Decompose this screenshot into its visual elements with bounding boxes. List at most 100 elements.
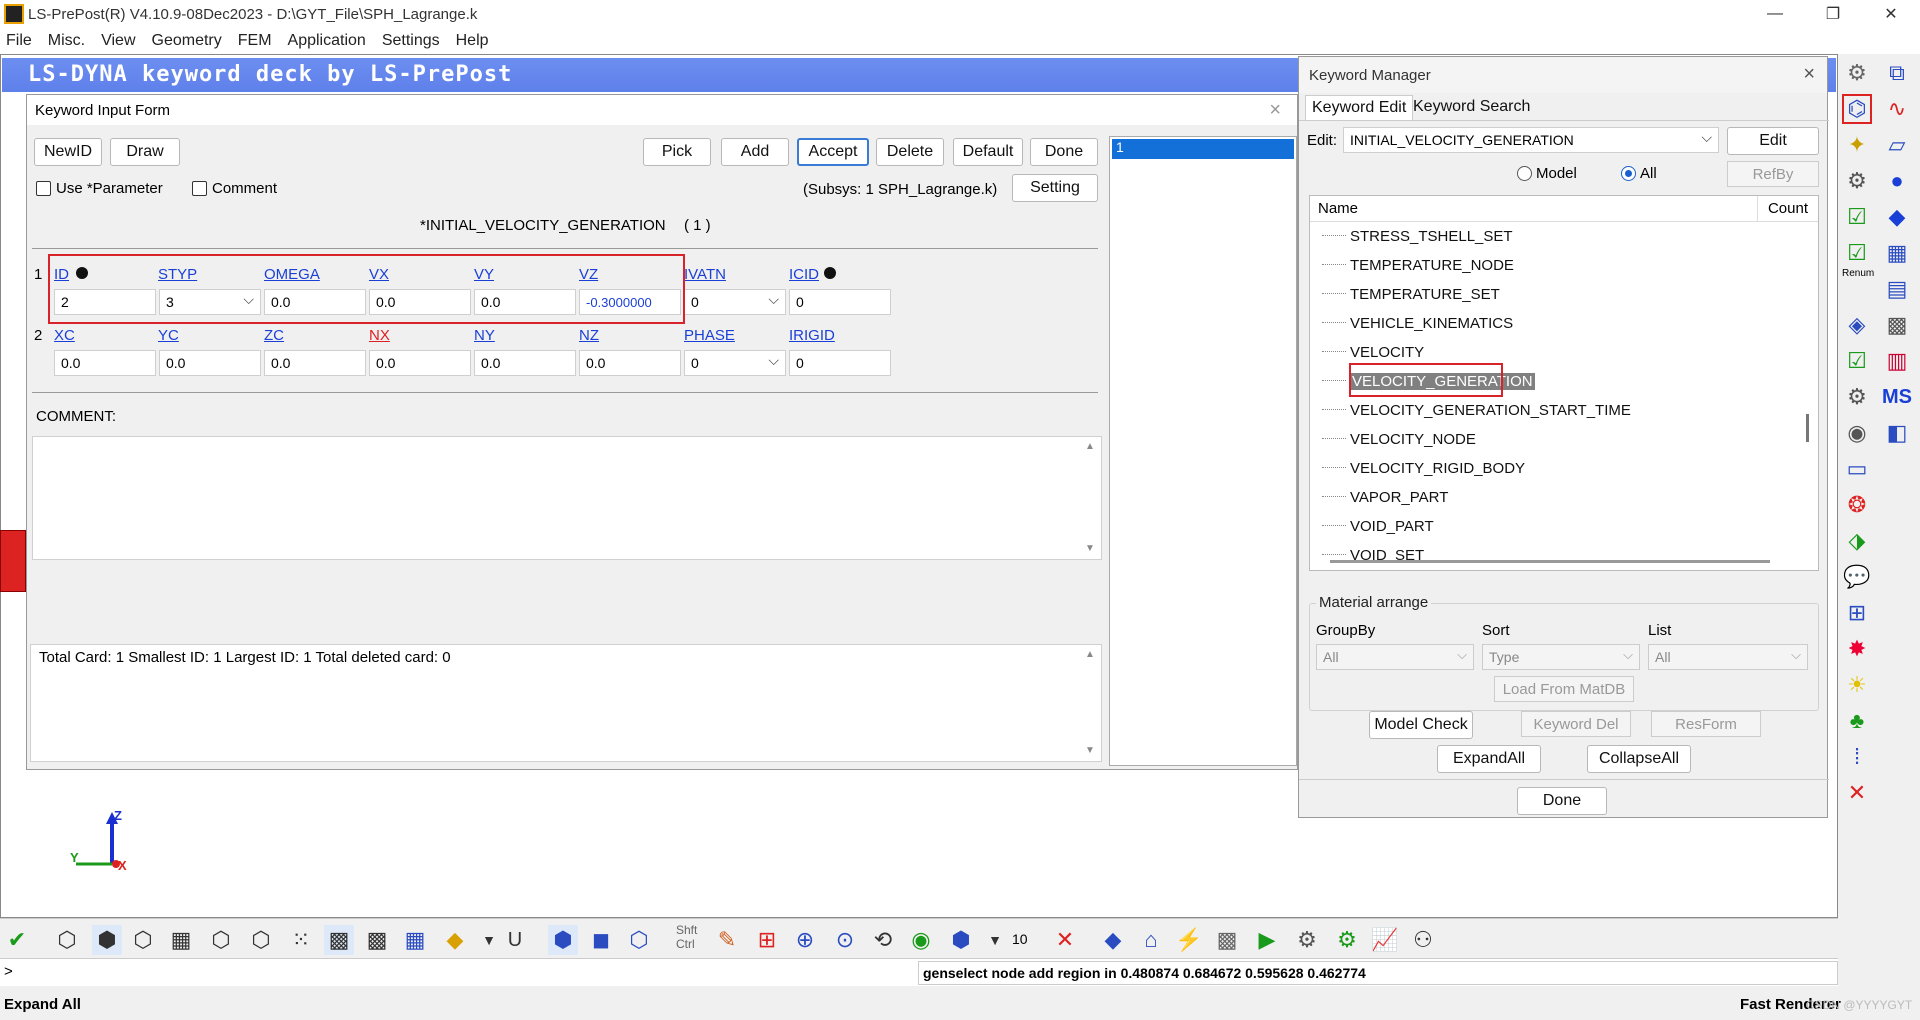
field-ny[interactable]: 0.0 (474, 350, 576, 376)
field-icid[interactable]: 0 (789, 289, 891, 315)
menu-fem[interactable]: FEM (238, 32, 272, 50)
new-keyword-icon[interactable]: ✦ (1842, 130, 1872, 160)
field-nz[interactable]: 0.0 (579, 350, 681, 376)
shaded-cube-icon[interactable]: ⬢ (92, 925, 122, 955)
iso-view-icon[interactable]: ⬡ (624, 925, 654, 955)
axis-icon[interactable]: ✕ (1050, 925, 1080, 955)
field-irigid[interactable]: 0 (789, 350, 891, 376)
use-parameter-checkbox[interactable]: Use *Parameter (36, 180, 163, 197)
km-done-button[interactable]: Done (1517, 787, 1607, 815)
sphere-icon[interactable]: ● (1882, 166, 1912, 196)
split-view-icon[interactable]: ⊞ (1842, 598, 1872, 628)
hatched-cube-icon[interactable]: ▩ (362, 925, 392, 955)
label-xc[interactable]: XC (54, 327, 75, 344)
color-wheel-icon[interactable]: ❂ (1842, 490, 1872, 520)
zoom-icon[interactable]: ⊕ (790, 925, 820, 955)
mesh-icon[interactable]: ▦ (1882, 238, 1912, 268)
view-cube-icon[interactable]: ⬢ (946, 925, 976, 955)
km-close-icon[interactable]: × (1803, 63, 1815, 86)
layers-icon[interactable]: ◈ (1842, 310, 1872, 340)
draw-button[interactable]: Draw (110, 138, 180, 166)
list-item[interactable]: VELOCITY (1310, 344, 1424, 361)
rectangle-icon[interactable]: ▭ (1842, 454, 1872, 484)
zoom-window-icon[interactable]: ⊙ (830, 925, 860, 955)
load-from-matdb-button[interactable]: Load From MatDB (1494, 676, 1634, 702)
move-icon[interactable]: ⬗ (1842, 526, 1872, 556)
resform-button[interactable]: ResForm (1651, 711, 1761, 737)
list-item[interactable]: VELOCITY_NODE (1310, 431, 1476, 448)
edit-keyword-combo[interactable]: INITIAL_VELOCITY_GENERATION (1343, 127, 1719, 153)
list-item[interactable]: 1 (1112, 139, 1294, 159)
sort-select[interactable]: Type (1482, 644, 1640, 670)
globe-icon[interactable]: ◉ (906, 925, 936, 955)
label-ny[interactable]: NY (474, 327, 495, 344)
scroll-up-icon[interactable]: ▲ (1085, 649, 1095, 660)
vertical-scrollbar[interactable] (1806, 414, 1809, 442)
collapseall-button[interactable]: CollapseAll (1587, 745, 1691, 773)
menu-misc[interactable]: Misc. (48, 32, 85, 50)
settings-gear-icon[interactable]: ⚙ (1292, 925, 1322, 955)
settings-green-icon[interactable]: ⚙ (1332, 925, 1362, 955)
label-yc[interactable]: YC (158, 327, 179, 344)
label-ivatn[interactable]: IVATN (684, 266, 726, 283)
scroll-up-icon[interactable]: ▲ (1085, 441, 1095, 452)
wireframe-cube-icon[interactable]: ⬡ (52, 925, 82, 955)
field-ivatn[interactable]: 0 (684, 289, 786, 315)
label-zc[interactable]: ZC (264, 327, 284, 344)
tree-icon[interactable]: ♣ (1842, 706, 1872, 736)
menu-settings[interactable]: Settings (382, 32, 440, 50)
stack-icon[interactable]: ◧ (1882, 418, 1912, 448)
menu-file[interactable]: File (6, 32, 32, 50)
list-item[interactable]: VELOCITY_RIGID_BODY (1310, 460, 1525, 477)
dropdown-arrow-icon[interactable]: ▼ (980, 925, 1010, 955)
list-item[interactable]: TEMPERATURE_SET (1310, 286, 1500, 303)
chart-icon[interactable]: 📈 (1370, 925, 1400, 955)
menu-help[interactable]: Help (456, 32, 489, 50)
list-item[interactable]: VELOCITY_GENERATION_START_TIME (1310, 402, 1631, 419)
curve-icon[interactable]: ∿ (1882, 94, 1912, 124)
scroll-down-icon[interactable]: ▼ (1085, 543, 1095, 554)
command-line[interactable]: > genselect node add region in 0.480874 … (0, 958, 1838, 986)
scroll-down-icon[interactable]: ▼ (1085, 745, 1095, 756)
checkbox-box[interactable] (192, 181, 207, 196)
forward-icon[interactable]: ⧉ (1882, 58, 1912, 88)
label-phase[interactable]: PHASE (684, 327, 735, 344)
groupby-select[interactable]: All (1316, 644, 1474, 670)
tab-keyword-search[interactable]: Keyword Search (1407, 95, 1536, 121)
list-icon[interactable]: ▥ (1882, 346, 1912, 376)
field-yc[interactable]: 0.0 (159, 350, 261, 376)
edit-button[interactable]: Edit (1727, 127, 1819, 155)
grid-cube-icon[interactable]: ▩ (324, 925, 354, 955)
list-item[interactable]: VOID_PART (1310, 518, 1434, 535)
list-select[interactable]: All (1648, 644, 1808, 670)
cube-icon[interactable]: ⬡ (128, 925, 158, 955)
field-xc[interactable]: 0.0 (54, 350, 156, 376)
tab-keyword-edit[interactable]: Keyword Edit (1305, 95, 1414, 121)
add-point-icon[interactable]: ⊞ (752, 925, 782, 955)
list-item[interactable]: VAPOR_PART (1310, 489, 1448, 506)
blue-cube-icon[interactable]: ▦ (400, 925, 430, 955)
label-icid[interactable]: ICID (789, 266, 819, 283)
dots-icon[interactable]: ⁞ (1842, 742, 1872, 772)
delete-button[interactable]: Delete (876, 138, 944, 166)
gears-icon[interactable]: ⚙ (1842, 382, 1872, 412)
check-icon[interactable]: ☑ (1842, 202, 1872, 232)
check-tool-icon[interactable]: ✔ (2, 925, 32, 955)
label-nx[interactable]: NX (369, 327, 390, 344)
u-tool-icon[interactable]: U (500, 925, 530, 955)
close-window-button[interactable]: ✕ (1862, 0, 1920, 28)
cross-icon[interactable]: ✕ (1842, 778, 1872, 808)
field-nx[interactable]: 0.0 (369, 350, 471, 376)
field-phase[interactable]: 0 (684, 350, 786, 376)
expandall-button[interactable]: ExpandAll (1437, 745, 1541, 773)
list-item[interactable]: STRESS_TSHELL_SET (1310, 228, 1513, 245)
minimize-button[interactable]: — (1746, 0, 1804, 28)
menu-view[interactable]: View (101, 32, 135, 50)
dots-cube-icon[interactable]: ⁙ (286, 925, 316, 955)
comment-textarea[interactable]: ▲ ▼ (32, 436, 1102, 560)
maximize-button[interactable]: ❐ (1804, 0, 1862, 28)
renum-icon[interactable]: ☑ (1842, 238, 1872, 268)
mesh-cube-icon[interactable]: ▦ (166, 925, 196, 955)
flash-icon[interactable]: ⚡ (1174, 925, 1204, 955)
keyword-del-button[interactable]: Keyword Del (1521, 711, 1631, 737)
